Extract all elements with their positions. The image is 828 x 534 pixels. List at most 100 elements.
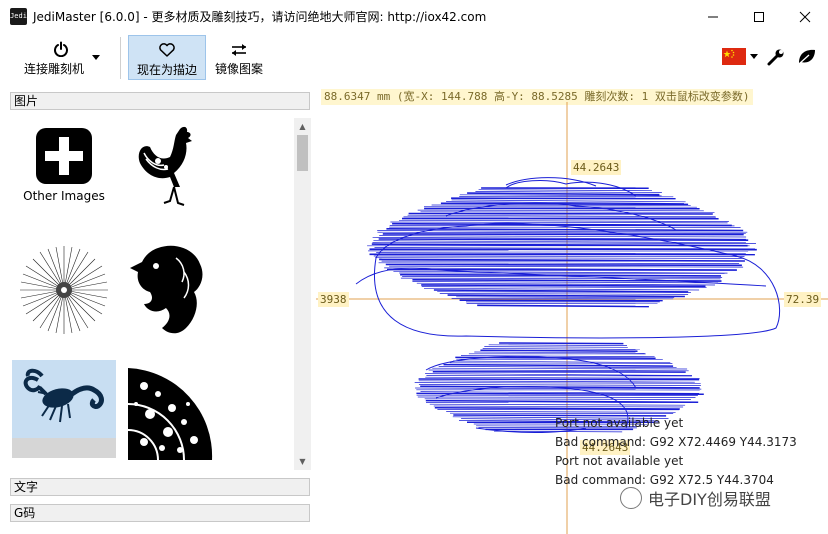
leaf-button[interactable] <box>796 47 818 70</box>
toolpath-stroke <box>389 265 744 268</box>
toolpath-stroke <box>480 349 638 352</box>
power-icon <box>54 41 68 57</box>
toolpath-stroke <box>475 191 662 193</box>
connect-engraver-label: 连接雕刻机 <box>23 62 84 76</box>
toolpath-stroke <box>424 398 691 400</box>
toolpath-stroke <box>385 263 742 267</box>
rooster-image-tile[interactable] <box>118 122 222 212</box>
engraving-path <box>355 177 781 433</box>
ornament-image-tile[interactable] <box>118 364 222 464</box>
settings-button[interactable] <box>766 47 786 70</box>
toolpath-stroke <box>434 407 680 410</box>
rooster-icon <box>138 126 192 206</box>
toolpath-stroke <box>474 351 645 354</box>
toolpath-stroke <box>447 294 685 298</box>
ornament-fan-icon <box>127 368 213 461</box>
toolpath-stroke <box>408 212 713 215</box>
toolpath-stroke <box>452 360 671 364</box>
toolpath-stroke <box>375 257 744 259</box>
engraving-canvas[interactable]: 88.6347 mm (宽-X: 144.788 高-Y: 88.5285 雕刻… <box>316 88 828 534</box>
gallery-scrollbar[interactable]: ▲ ▼ <box>294 118 311 470</box>
toolpath-stroke <box>407 214 716 218</box>
toolpath-stroke <box>420 211 715 213</box>
chevron-down-icon[interactable] <box>92 55 100 60</box>
toolpath-stroke <box>376 252 746 255</box>
axis-top-label: 44.2643 <box>571 160 622 175</box>
toolpath-stroke <box>418 384 701 386</box>
toolpath-stroke <box>484 346 628 348</box>
watermark-text: 电子DIY创易联盟 <box>648 490 771 509</box>
toolpath-stroke <box>402 276 723 278</box>
toolpath-stroke <box>460 355 655 358</box>
title-bar: Jedi JediMaster [6.0.0] - 更多材质及雕刻技巧，请访问绝… <box>0 0 828 33</box>
other-images-tile[interactable]: Other Images <box>12 122 116 208</box>
toolpath-stroke <box>418 380 695 383</box>
wrench-icon <box>767 49 784 66</box>
toolpath-stroke <box>416 392 704 396</box>
text-section-header[interactable]: 文字 <box>10 478 310 496</box>
maximize-icon <box>754 11 764 22</box>
toolpath-stroke <box>428 369 689 372</box>
toolpath-stroke <box>369 248 757 251</box>
watermark: 电子DIY创易联盟 <box>620 486 771 510</box>
toolpath-stroke <box>505 177 597 187</box>
toolpath-stroke <box>373 255 745 257</box>
china-flag-icon <box>723 49 735 58</box>
log-line: Port not available yet <box>555 416 684 430</box>
log-line: Bad command: G92 X72.4469 Y44.3173 <box>555 435 797 449</box>
minimize-button[interactable] <box>690 0 736 33</box>
wechat-icon <box>620 487 642 509</box>
mirror-image-label: 镜像图案 <box>214 62 263 76</box>
outline-mode-label: 现在为描边 <box>136 63 197 77</box>
toolpath-stroke <box>378 262 740 264</box>
toolpath-stroke <box>439 293 689 295</box>
minimize-icon <box>708 16 718 17</box>
toolpath-stroke <box>417 209 704 212</box>
outline-mode-button[interactable]: 现在为描边 <box>128 35 206 80</box>
toolpath-stroke <box>379 235 747 238</box>
mirror-arrows-icon <box>232 44 246 56</box>
scroll-down-icon[interactable]: ▼ <box>294 453 311 470</box>
toolpath-stroke <box>400 277 721 280</box>
toolpath-stroke <box>414 382 701 384</box>
toolpath-stroke <box>433 405 684 408</box>
close-button[interactable] <box>782 0 828 33</box>
sunburst-image-tile[interactable] <box>12 238 116 342</box>
scorpion-image-tile[interactable] <box>12 360 116 438</box>
maximize-button[interactable] <box>736 0 782 33</box>
app-icon: Jedi <box>10 8 27 25</box>
axis-left-label: 3938 <box>318 292 349 307</box>
scroll-up-icon[interactable]: ▲ <box>294 118 311 135</box>
eagle-icon <box>130 245 203 334</box>
axis-right-label: 72.39 <box>784 292 822 307</box>
scrollbar-thumb[interactable] <box>297 135 308 171</box>
images-section-header[interactable]: 图片 <box>10 92 310 110</box>
toolpath-stroke <box>382 233 744 236</box>
toolpath-stroke <box>477 304 649 308</box>
toolpath-stroke <box>398 219 729 222</box>
connect-engraver-button[interactable]: 连接雕刻机 <box>12 35 110 80</box>
toolpath-stroke <box>418 378 700 381</box>
toolpath-stroke <box>467 192 660 196</box>
image-gallery: Other Images <box>10 118 294 470</box>
log-line: Port not available yet <box>555 454 684 468</box>
scorpion-icon <box>23 368 104 423</box>
mirror-image-button[interactable]: 镜像图案 <box>208 35 270 80</box>
window-title: JediMaster [6.0.0] - 更多材质及雕刻技巧，请访问绝地大师官网… <box>33 10 487 24</box>
other-images-label: Other Images <box>23 189 105 203</box>
toolpath-stroke <box>449 362 673 364</box>
toolpath-stroke <box>390 221 728 224</box>
toolpath-stroke <box>386 228 744 232</box>
eagle-image-tile[interactable] <box>118 242 222 338</box>
leaf-icon <box>798 49 815 65</box>
language-dropdown-icon[interactable] <box>750 54 758 59</box>
toolpath-stroke <box>446 411 676 413</box>
toolpath-stroke <box>482 348 640 350</box>
toolpath-stroke <box>421 284 706 288</box>
toolpath-stroke <box>451 199 686 203</box>
selected-tile-footer <box>12 438 116 458</box>
language-flag-button[interactable] <box>722 48 746 65</box>
toolpath-stroke <box>377 231 746 234</box>
toolpath-stroke <box>499 342 624 345</box>
gcode-section-header[interactable]: G码 <box>10 504 310 522</box>
